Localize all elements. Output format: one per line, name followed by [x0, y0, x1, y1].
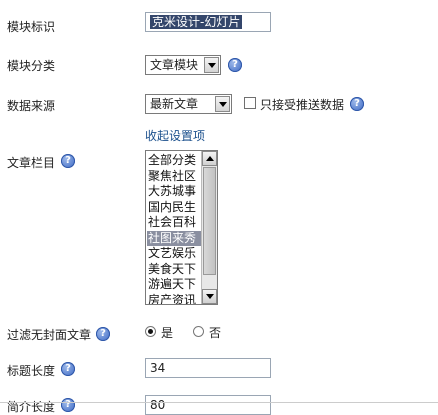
- list-item[interactable]: 房产资讯: [147, 293, 201, 305]
- module-category-label: 模块分类: [7, 59, 56, 73]
- summary-length-input[interactable]: 80: [145, 395, 271, 415]
- chevron-down-icon: [204, 57, 219, 73]
- push-only-checkbox[interactable]: [244, 97, 256, 109]
- title-length-input[interactable]: 34: [145, 358, 271, 378]
- filter-no-radio[interactable]: [193, 326, 204, 337]
- collapse-settings-link[interactable]: 收起设置项: [145, 127, 205, 144]
- filter-yes-radio[interactable]: [145, 326, 156, 337]
- list-item[interactable]: 大苏城事: [147, 184, 201, 200]
- list-item[interactable]: 全部分类: [147, 153, 201, 169]
- module-id-value: 克米设计-幻灯片: [150, 15, 243, 29]
- list-item[interactable]: 国内民生: [147, 200, 201, 216]
- summary-length-label: 简介长度: [7, 400, 56, 414]
- scroll-down-arrow-icon[interactable]: [202, 289, 217, 304]
- data-source-select[interactable]: 最新文章: [145, 94, 232, 114]
- filter-yes-label: 是: [161, 326, 174, 340]
- data-source-label: 数据来源: [7, 99, 56, 113]
- list-item[interactable]: 文艺娱乐: [147, 246, 201, 262]
- filter-no-cover-label: 过滤无封面文章: [7, 328, 92, 342]
- scrollbar-thumb[interactable]: [203, 167, 216, 275]
- list-item[interactable]: 美食天下: [147, 262, 201, 278]
- help-icon[interactable]: ?: [61, 398, 75, 412]
- list-item[interactable]: 聚焦社区: [147, 169, 201, 185]
- filter-no-label: 否: [209, 326, 222, 340]
- help-icon[interactable]: ?: [96, 327, 110, 341]
- help-icon[interactable]: ?: [61, 362, 75, 376]
- chevron-down-icon: [215, 96, 230, 112]
- article-column-label: 文章栏目: [7, 156, 56, 170]
- help-icon[interactable]: ?: [61, 154, 75, 168]
- push-only-label: 只接受推送数据: [260, 98, 345, 112]
- listbox-scrollbar[interactable]: [201, 151, 217, 304]
- module-category-value: 文章模块: [150, 58, 199, 72]
- module-id-label: 模块标识: [7, 20, 56, 34]
- list-item[interactable]: 社图来秀: [147, 230, 201, 246]
- list-item[interactable]: 社会百科: [147, 215, 201, 231]
- module-id-input[interactable]: 克米设计-幻灯片: [145, 12, 271, 32]
- title-length-label: 标题长度: [7, 364, 56, 378]
- list-item[interactable]: 游遍天下: [147, 277, 201, 293]
- scroll-up-arrow-icon[interactable]: [202, 151, 217, 166]
- data-source-value: 最新文章: [150, 97, 199, 111]
- article-column-listbox[interactable]: 全部分类 聚焦社区 大苏城事 国内民生 社会百科 社图来秀 文艺娱乐 美食天下 游遍天下 房产资讯: [145, 150, 218, 305]
- page-bottom-divider: [0, 402, 438, 403]
- module-category-select[interactable]: 文章模块: [145, 55, 221, 75]
- help-icon[interactable]: ?: [228, 58, 242, 72]
- article-column-options: 全部分类 聚焦社区 大苏城事 国内民生 社会百科 社图来秀 文艺娱乐 美食天下 游遍天下 房产资讯: [147, 153, 201, 305]
- help-icon[interactable]: ?: [350, 97, 364, 111]
